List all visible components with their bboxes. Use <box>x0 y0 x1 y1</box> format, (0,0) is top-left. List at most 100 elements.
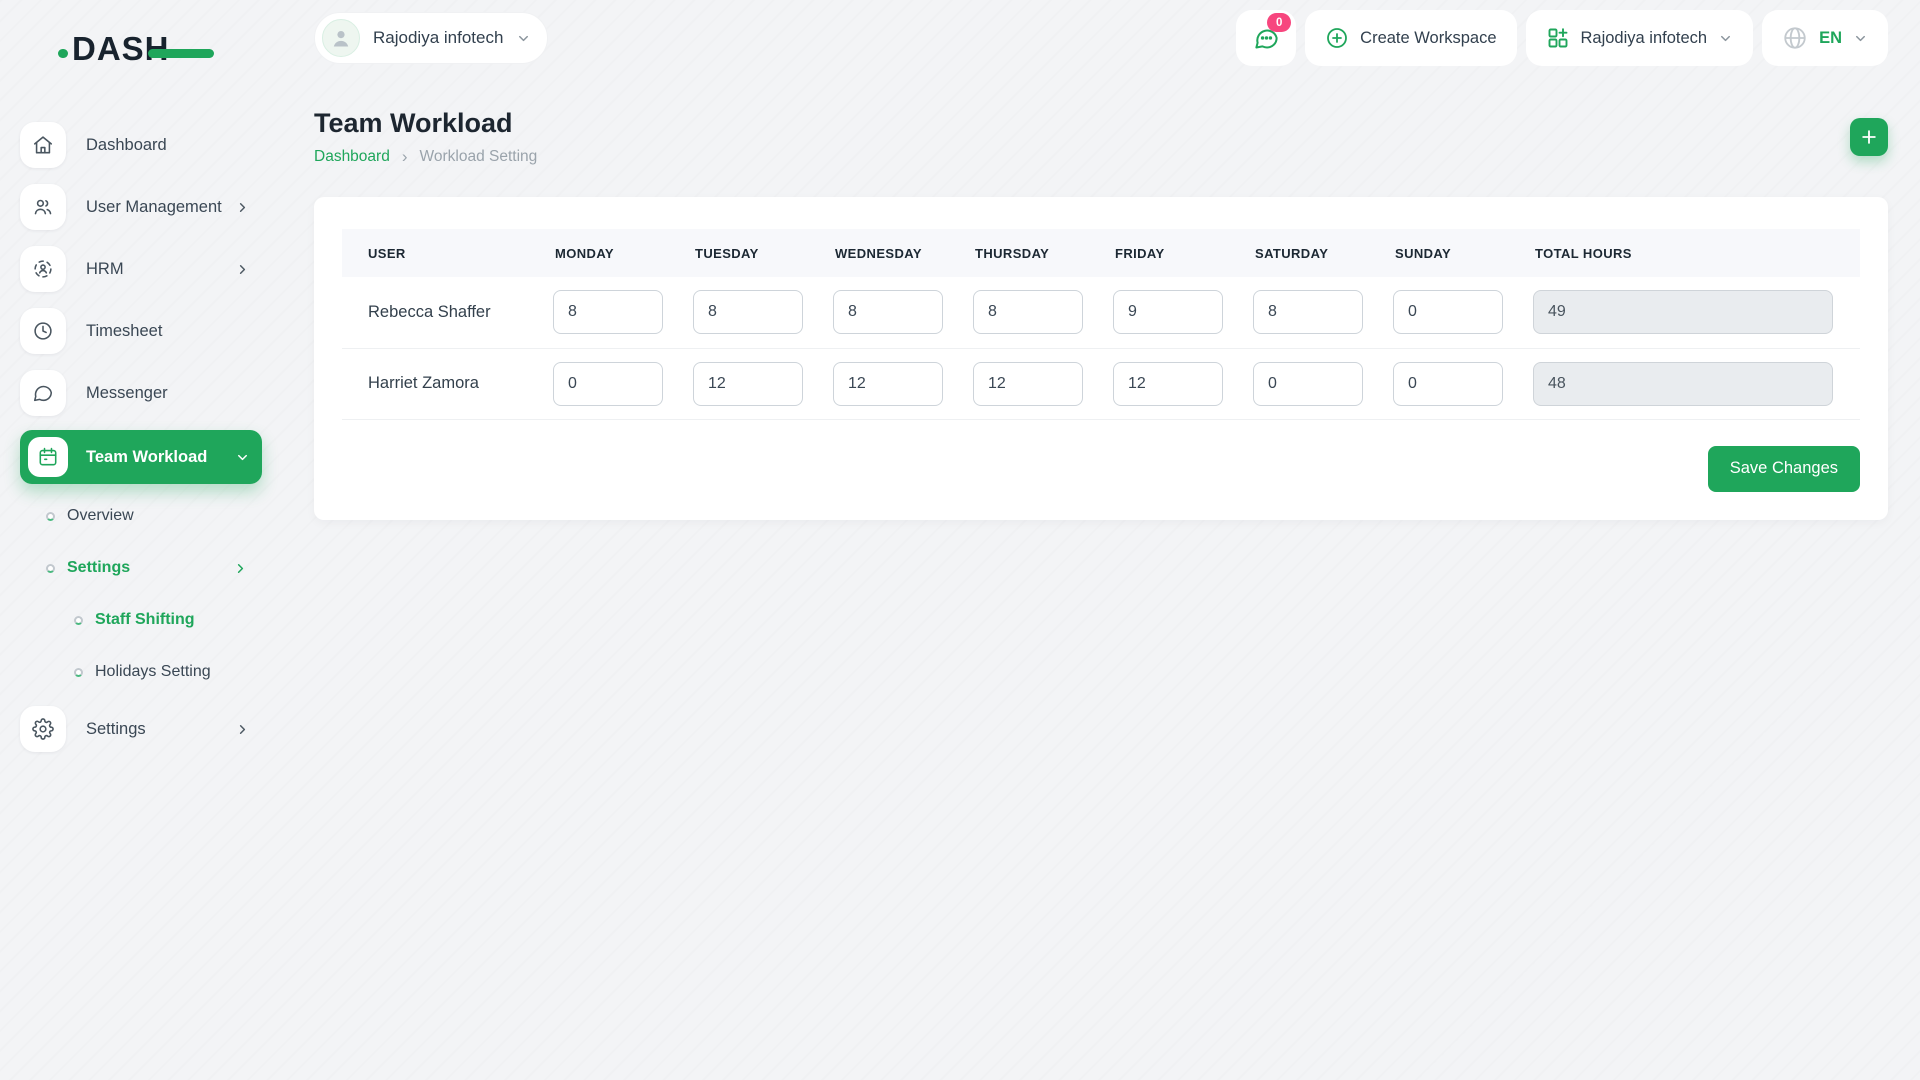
sidebar-item-user-management[interactable]: User Management <box>20 182 262 232</box>
chevron-down-icon <box>1853 31 1868 46</box>
save-row: Save Changes <box>342 446 1860 492</box>
workspace-switcher-dropdown[interactable]: Rajodiya infotech <box>1526 10 1754 66</box>
language-code: EN <box>1819 29 1842 48</box>
sidebar-item-label: Settings <box>67 559 130 577</box>
users-icon <box>20 184 66 230</box>
person-icon <box>329 26 353 50</box>
column-header-total-hours: TOTAL HOURS <box>1533 229 1860 277</box>
logo-dot-icon <box>58 49 68 58</box>
sidebar-item-label: Overview <box>67 507 134 525</box>
sidebar-item-label: Settings <box>86 720 146 739</box>
column-header-tuesday: TUESDAY <box>693 229 833 277</box>
workspace-grid-icon <box>1546 26 1570 50</box>
sidebar-item-messenger[interactable]: Messenger <box>20 368 262 418</box>
main-content: Team Workload Dashboard › Workload Setti… <box>282 76 1920 1080</box>
bullet-icon <box>74 616 83 625</box>
hrm-icon <box>20 246 66 292</box>
hours-input-thursday[interactable] <box>973 290 1083 334</box>
workload-table: USERMONDAYTUESDAYWEDNESDAYTHURSDAYFRIDAY… <box>342 229 1860 420</box>
chevron-right-icon <box>235 200 250 215</box>
chevron-right-icon <box>235 722 250 737</box>
sidebar-item-settings[interactable]: Settings <box>20 704 262 754</box>
sidebar-item-overview[interactable]: Overview <box>20 496 262 536</box>
sidebar-item-label: Timesheet <box>86 322 162 341</box>
breadcrumb: Dashboard › Workload Setting <box>314 147 537 167</box>
hours-input-sunday[interactable] <box>1393 290 1503 334</box>
breadcrumb-separator-icon: › <box>402 147 408 167</box>
hours-input-thursday[interactable] <box>973 362 1083 406</box>
messages-button[interactable]: 0 <box>1236 10 1296 66</box>
chevron-right-icon <box>235 262 250 277</box>
hours-input-friday[interactable] <box>1113 290 1223 334</box>
hours-input-friday[interactable] <box>1113 362 1223 406</box>
hours-input-sunday[interactable] <box>1393 362 1503 406</box>
gear-icon <box>20 706 66 752</box>
sidebar-item-dashboard[interactable]: Dashboard <box>20 120 262 170</box>
globe-icon <box>1782 25 1808 51</box>
column-header-user: USER <box>342 229 553 277</box>
current-workspace-name: Rajodiya infotech <box>373 28 503 48</box>
column-header-thursday: THURSDAY <box>973 229 1113 277</box>
total-hours-input <box>1533 290 1833 334</box>
table-header-row: USERMONDAYTUESDAYWEDNESDAYTHURSDAYFRIDAY… <box>342 229 1860 277</box>
sidebar-item-hrm[interactable]: HRM <box>20 244 262 294</box>
hours-input-tuesday[interactable] <box>693 290 803 334</box>
hours-input-wednesday[interactable] <box>833 362 943 406</box>
table-row: Harriet Zamora <box>342 348 1860 419</box>
column-header-wednesday: WEDNESDAY <box>833 229 973 277</box>
sidebar-item-team-workload[interactable]: Team Workload <box>20 430 262 484</box>
plus-circle-icon <box>1325 26 1349 50</box>
save-changes-button[interactable]: Save Changes <box>1708 446 1860 492</box>
column-header-friday: FRIDAY <box>1113 229 1253 277</box>
sidebar-item-settings-sub[interactable]: Settings <box>20 548 262 588</box>
hours-input-tuesday[interactable] <box>693 362 803 406</box>
create-workspace-label: Create Workspace <box>1360 29 1496 48</box>
add-workload-button[interactable] <box>1850 118 1888 156</box>
chevron-down-icon <box>235 450 250 465</box>
workload-card: USERMONDAYTUESDAYWEDNESDAYTHURSDAYFRIDAY… <box>314 197 1888 520</box>
column-header-sunday: SUNDAY <box>1393 229 1533 277</box>
sidebar: DASH Dashboard User Management HRM Timeshee… <box>0 0 282 1080</box>
sidebar-item-label: Dashboard <box>86 136 167 155</box>
calendar-icon <box>28 437 68 477</box>
home-icon <box>20 122 66 168</box>
total-hours-input <box>1533 362 1833 406</box>
hours-input-saturday[interactable] <box>1253 362 1363 406</box>
user-name: Rebecca Shaffer <box>342 277 553 348</box>
sidebar-menu: Dashboard User Management HRM Timesheet Mess… <box>20 120 262 754</box>
hours-input-saturday[interactable] <box>1253 290 1363 334</box>
language-dropdown[interactable]: EN <box>1762 10 1888 66</box>
chevron-down-icon <box>1718 31 1733 46</box>
logo-dash-icon <box>148 49 214 58</box>
chevron-down-icon <box>516 31 531 46</box>
header-actions: 0 Create Workspace Rajodiya infotech EN <box>1236 10 1888 66</box>
column-header-saturday: SATURDAY <box>1253 229 1393 277</box>
messenger-icon <box>20 370 66 416</box>
user-name: Harriet Zamora <box>342 348 553 419</box>
clock-icon <box>20 308 66 354</box>
page-title: Team Workload <box>314 106 537 140</box>
sidebar-item-staff-shifting[interactable]: Staff Shifting <box>20 600 262 640</box>
sidebar-item-label: Team Workload <box>86 448 207 467</box>
current-workspace-dropdown[interactable]: Rajodiya infotech <box>314 12 548 64</box>
plus-icon <box>1859 127 1879 147</box>
app-logo: DASH <box>72 30 222 74</box>
bullet-icon <box>46 512 55 521</box>
sidebar-item-label: Messenger <box>86 384 168 403</box>
breadcrumb-dashboard-link[interactable]: Dashboard <box>314 148 390 166</box>
hours-input-monday[interactable] <box>553 290 663 334</box>
create-workspace-button[interactable]: Create Workspace <box>1305 10 1516 66</box>
avatar <box>322 19 360 57</box>
hours-input-wednesday[interactable] <box>833 290 943 334</box>
sidebar-item-timesheet[interactable]: Timesheet <box>20 306 262 356</box>
column-header-monday: MONDAY <box>553 229 693 277</box>
sidebar-item-holidays-setting[interactable]: Holidays Setting <box>20 652 262 692</box>
sidebar-item-label: Holidays Setting <box>95 663 211 681</box>
sidebar-item-label: Staff Shifting <box>95 611 195 629</box>
chevron-right-icon <box>233 561 248 576</box>
hours-input-monday[interactable] <box>553 362 663 406</box>
breadcrumb-current: Workload Setting <box>420 148 538 166</box>
sidebar-item-label: User Management <box>86 198 222 217</box>
bullet-icon <box>74 668 83 677</box>
page-header: Team Workload Dashboard › Workload Setti… <box>314 106 1888 167</box>
